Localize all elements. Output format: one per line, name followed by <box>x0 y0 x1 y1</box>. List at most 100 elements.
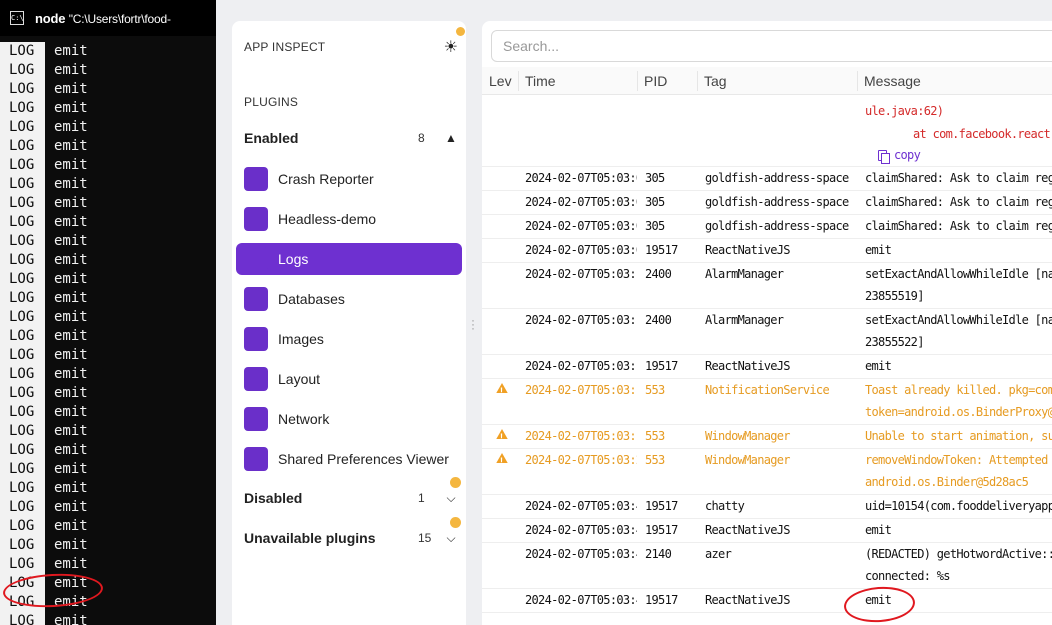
message-cell: claimShared: Ask to claim regio <box>865 167 1052 189</box>
terminal-line: LOG emit <box>0 460 216 479</box>
plugin-icon <box>244 407 268 431</box>
plugin-item-crash-reporter[interactable]: Crash Reporter <box>236 163 462 195</box>
column-pid[interactable]: PID <box>637 67 667 95</box>
tag-cell: chatty <box>705 499 745 513</box>
log-level-label: LOG <box>0 194 45 213</box>
plugin-item-databases[interactable]: Databases <box>236 283 462 315</box>
unavailable-count: 15 <box>418 531 432 545</box>
log-row[interactable]: ! 2024-02-07T05:03:21 553 WindowManager remo… <box>482 449 1052 495</box>
terminal-line: LOG emit <box>0 251 216 270</box>
app-inspect-title: APP INSPECT <box>244 40 326 54</box>
log-row[interactable]: ! 2024-02-07T05:03:11 553 WindowManager Unab… <box>482 425 1052 449</box>
warning-icon: ! <box>494 453 510 463</box>
message-line: claimShared: Ask to claim regio <box>865 171 1052 185</box>
log-message: emit <box>54 195 88 211</box>
log-level-label: LOG <box>0 460 45 479</box>
warning-level-cell: ! <box>494 449 512 463</box>
message-line: 23855522] <box>865 335 924 349</box>
panel-resize-handle[interactable]: · · · <box>470 314 476 334</box>
log-row[interactable]: 2024-02-07T05:03:44 19517 ReactNativeJS emi… <box>482 589 1052 613</box>
log-level-label: LOG <box>0 365 45 384</box>
unavailable-section-header[interactable]: Unavailable plugins 15 ⌵ <box>244 516 461 550</box>
time-cell: 2024-02-07T05:03:10 <box>525 359 637 373</box>
column-time[interactable]: Time <box>518 67 556 95</box>
enabled-section-header[interactable]: Enabled 8 ▲ <box>244 126 458 150</box>
plugin-label: Crash Reporter <box>278 171 374 187</box>
log-row[interactable]: 2024-02-07T05:03:43 19517 ReactNativeJS emi… <box>482 519 1052 543</box>
terminal-line: LOG emit <box>0 137 216 156</box>
chevron-up-icon[interactable]: ▲ <box>444 131 458 145</box>
plugin-item-logs[interactable]: Logs <box>236 243 462 275</box>
log-row[interactable]: 2024-02-07T05:03:10 2400 AlarmManager setEx… <box>482 263 1052 309</box>
message-line: removeWindowToken: Attempted to <box>865 453 1052 467</box>
search-input[interactable]: Search... <box>491 30 1052 62</box>
message-line: (REDACTED) getHotwordActive::ac <box>865 547 1052 561</box>
message-cell: Toast already killed. pkg=com.f token=and… <box>865 379 1052 423</box>
expanded-log-row[interactable]: ule.java:62) at com.facebook.react.m cop… <box>482 96 1052 167</box>
copy-button[interactable]: copy <box>878 148 921 164</box>
tag-cell: ReactNativeJS <box>705 243 791 257</box>
time-cell: 2024-02-07T05:03:10 <box>525 267 637 281</box>
warning-icon: ! <box>494 429 510 439</box>
log-row[interactable]: 2024-02-07T05:03:42 19517 chatty uid=10154(… <box>482 495 1052 519</box>
plugin-item-layout[interactable]: Layout <box>236 363 462 395</box>
plugin-label: Databases <box>278 291 345 307</box>
pid-cell: 19517 <box>645 593 678 607</box>
terminal-title-bar[interactable]: C:\ node "C:\Users\fortr\food- <box>0 0 216 36</box>
plugin-item-shared-preferences-viewer[interactable]: Shared Preferences Viewer <box>236 443 462 475</box>
log-level-label: LOG <box>0 441 45 460</box>
log-row[interactable]: 2024-02-07T05:03:08 305 goldfish-address-s… <box>482 191 1052 215</box>
plugin-label: Images <box>278 331 324 347</box>
column-message[interactable]: Message <box>857 67 921 95</box>
log-message: emit <box>54 157 88 173</box>
terminal-line: LOG emit <box>0 403 216 422</box>
terminal-line: LOG emit <box>0 118 216 137</box>
column-tag[interactable]: Tag <box>697 67 727 95</box>
message-line: token=android.os.BinderProxy@98 <box>865 405 1052 419</box>
message-cell: setExactAndAllowWhileIdle [name 23855522] <box>865 309 1052 353</box>
logs-panel: Search... Lev Time PID Tag Message ule.j… <box>482 21 1052 625</box>
plugin-item-network[interactable]: Network <box>236 403 462 435</box>
log-level-label: LOG <box>0 99 45 118</box>
log-row[interactable]: 2024-02-07T05:03:10 2400 AlarmManager setEx… <box>482 309 1052 355</box>
log-message: emit <box>54 613 88 625</box>
log-message: emit <box>54 461 88 477</box>
message-line: 23855519] <box>865 289 924 303</box>
log-level-label: LOG <box>0 536 45 555</box>
chevron-down-icon[interactable]: ⌵ <box>444 476 461 506</box>
plugin-item-images[interactable]: Images <box>236 323 462 355</box>
log-level-label: LOG <box>0 175 45 194</box>
message-cell: emit <box>865 355 1052 377</box>
log-level-label: LOG <box>0 251 45 270</box>
disabled-count: 1 <box>418 491 425 505</box>
terminal-window: C:\ node "C:\Users\fortr\food- LOG emit LO… <box>0 0 216 625</box>
log-row[interactable]: 2024-02-07T05:03:08 305 goldfish-address-s… <box>482 167 1052 191</box>
pid-cell: 305 <box>645 219 665 233</box>
copy-icon <box>878 149 890 164</box>
tag-cell: AlarmManager <box>705 267 784 281</box>
message-line: claimShared: Ask to claim regio <box>865 219 1052 233</box>
settings-sparkle-icon[interactable]: ☀ <box>444 27 465 57</box>
enabled-count: 8 <box>418 131 425 145</box>
time-cell: 2024-02-07T05:03:08 <box>525 195 637 209</box>
tag-cell: ReactNativeJS <box>705 359 791 373</box>
log-level-label: LOG <box>0 289 45 308</box>
terminal-line: LOG emit <box>0 517 216 536</box>
chevron-down-icon[interactable]: ⌵ <box>444 516 461 546</box>
disabled-section-header[interactable]: Disabled 1 ⌵ <box>244 476 461 510</box>
plugin-label: Shared Preferences Viewer <box>278 451 449 467</box>
plugin-item-headless-demo[interactable]: Headless-demo <box>236 203 462 235</box>
log-row[interactable]: 2024-02-07T05:03:10 19517 ReactNativeJS emi… <box>482 355 1052 379</box>
log-row[interactable]: 2024-02-07T05:03:09 19517 ReactNativeJS emi… <box>482 239 1052 263</box>
message-cell: emit <box>865 239 1052 261</box>
terminal-line: LOG emit <box>0 194 216 213</box>
tag-cell: WindowManager <box>705 453 791 467</box>
plugin-icon <box>244 367 268 391</box>
log-row[interactable]: 2024-02-07T05:03:08 305 goldfish-address-s… <box>482 215 1052 239</box>
pid-cell: 553 <box>645 383 665 397</box>
column-level[interactable]: Lev <box>482 67 512 95</box>
plugin-icon <box>244 447 268 471</box>
log-row[interactable]: 2024-02-07T05:03:43 2140 azer (REDACTED) ge… <box>482 543 1052 589</box>
log-row[interactable]: ! 2024-02-07T05:03:10 553 NotificationServi… <box>482 379 1052 425</box>
message-line: setExactAndAllowWhileIdle [name <box>865 267 1052 281</box>
